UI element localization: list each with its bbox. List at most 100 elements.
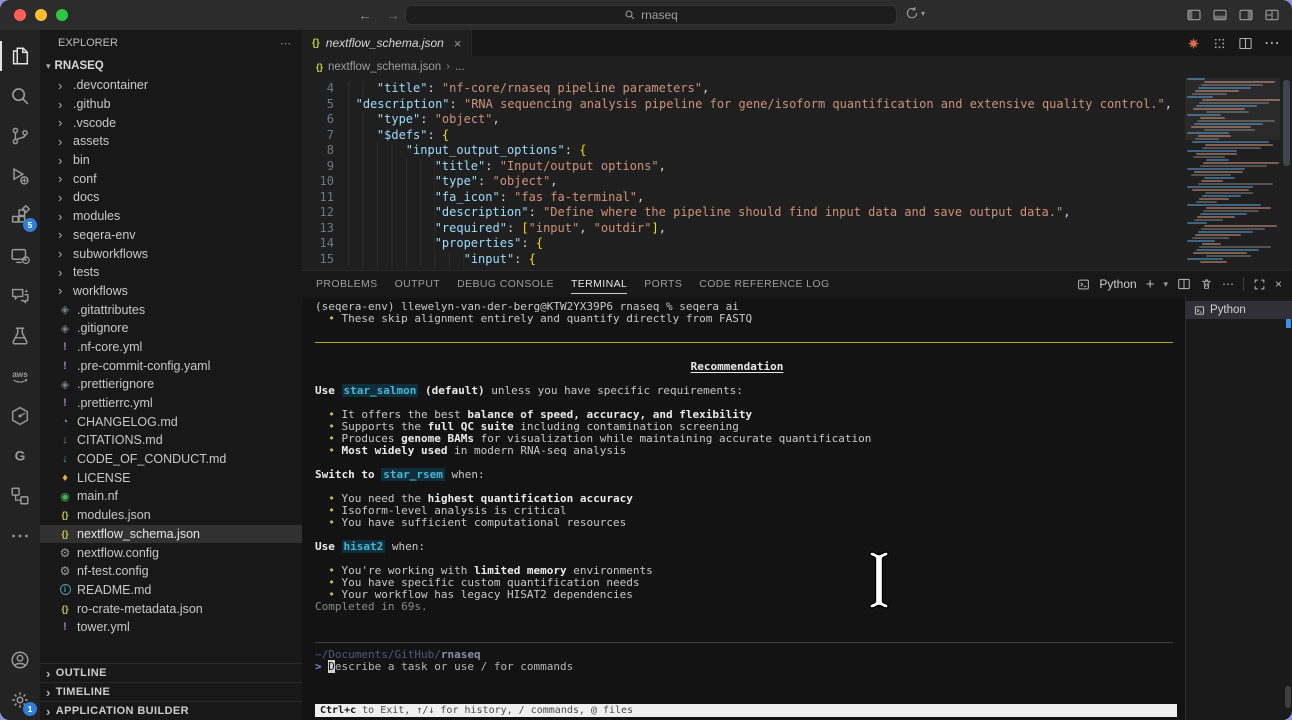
- activity-bar-item-source-control[interactable]: [0, 116, 40, 156]
- breadcrumb[interactable]: {} nextflow_schema.json › ...: [302, 56, 1292, 78]
- terminal-scroll-marker: [1286, 319, 1291, 328]
- close-tab-icon[interactable]: ×: [454, 36, 462, 51]
- tree-item[interactable]: ◈.prettierignore: [40, 375, 302, 394]
- back-arrow-icon[interactable]: ←: [358, 7, 372, 23]
- titlebar: ← → rnaseq ▾: [0, 0, 1292, 30]
- panel-tab-debug-console[interactable]: DEBUG CONSOLE: [457, 271, 554, 297]
- terminal-list-item-python[interactable]: Python: [1186, 301, 1292, 319]
- tab-nextflow-schema-json[interactable]: {} nextflow_schema.json ×: [302, 30, 472, 56]
- activity-bar-item-testing[interactable]: [0, 316, 40, 356]
- tree-item[interactable]: !tower.yml: [40, 618, 302, 637]
- terminal-dropdown-icon[interactable]: ▾: [1163, 279, 1168, 290]
- sidebar-section-outline[interactable]: ›OUTLINE: [40, 663, 302, 682]
- tree-item[interactable]: ⚙nf-test.config: [40, 562, 302, 581]
- tree-item[interactable]: ›workflows: [40, 282, 302, 301]
- split-terminal-icon[interactable]: [1177, 277, 1191, 291]
- toggle-secondary-sidebar-icon[interactable]: [1238, 7, 1254, 23]
- forward-arrow-icon[interactable]: →: [386, 7, 400, 23]
- tree-item[interactable]: ›.devcontainer: [40, 76, 302, 95]
- tree-item[interactable]: ›.vscode: [40, 113, 302, 132]
- tree-root-rnaseq[interactable]: ▾ RNASEQ: [40, 56, 302, 76]
- panel-tab-code-reference-log[interactable]: CODE REFERENCE LOG: [699, 271, 829, 297]
- tree-item[interactable]: ♦LICENSE: [40, 468, 302, 487]
- activity-bar-item-extensions[interactable]: 5: [0, 196, 40, 236]
- code-editor[interactable]: 4 "title": "nf-core/rnaseq pipeline para…: [302, 78, 1292, 270]
- tree-item[interactable]: ⚙nextflow.config: [40, 543, 302, 562]
- line-number: 4: [302, 81, 348, 97]
- activity-bar-item-search[interactable]: [0, 76, 40, 116]
- close-panel-icon[interactable]: ×: [1275, 277, 1282, 291]
- panel-tab-terminal[interactable]: TERMINAL: [571, 271, 627, 297]
- tree-item[interactable]: ›modules: [40, 207, 302, 226]
- tree-item-label: .github: [73, 97, 111, 111]
- panel-tab-output[interactable]: OUTPUT: [395, 271, 441, 297]
- sidebar-section-timeline[interactable]: ›TIMELINE: [40, 682, 302, 701]
- tree-item[interactable]: {}nextflow_schema.json: [40, 525, 302, 544]
- toggle-panel-icon[interactable]: [1212, 7, 1228, 23]
- zoom-window-button[interactable]: [56, 9, 68, 21]
- minimap[interactable]: [1185, 78, 1280, 270]
- activity-bar-item-chat[interactable]: [0, 276, 40, 316]
- editor-scrollbar[interactable]: [1280, 78, 1292, 270]
- panel-tab-problems[interactable]: PROBLEMS: [316, 271, 378, 297]
- tree-item[interactable]: ◔CHANGELOG.md: [40, 412, 302, 431]
- activity-bar-item-run-debug[interactable]: [0, 156, 40, 196]
- panel-more-actions-icon[interactable]: ⋯: [1222, 277, 1234, 291]
- activity-bar-item-gitlens[interactable]: G: [0, 436, 40, 476]
- terminal-scrollbar-thumb[interactable]: [1285, 686, 1291, 708]
- customize-layout-icon[interactable]: [1264, 7, 1280, 23]
- file-icon: ◉: [58, 490, 72, 503]
- tree-item[interactable]: {}modules.json: [40, 506, 302, 525]
- sidebar-more-actions-icon[interactable]: ⋯: [280, 37, 292, 50]
- tree-item[interactable]: ›subworkflows: [40, 244, 302, 263]
- minimize-window-button[interactable]: [35, 9, 47, 21]
- activity-bar-item-settings[interactable]: 1: [0, 680, 40, 720]
- kill-terminal-trash-icon[interactable]: [1200, 277, 1213, 291]
- code-line: 15 "input": {: [302, 252, 1172, 268]
- activity-bar-item-project-manager[interactable]: [0, 476, 40, 516]
- tree-item[interactable]: ›seqera-env: [40, 226, 302, 245]
- sidebar-section-application-builder[interactable]: ›APPLICATION BUILDER: [40, 701, 302, 720]
- tree-item[interactable]: ↓CITATIONS.md: [40, 431, 302, 450]
- tree-item[interactable]: ›tests: [40, 263, 302, 282]
- activity-bar-item-accounts[interactable]: [0, 640, 40, 680]
- editor-more-actions-icon[interactable]: ⋯: [1264, 33, 1280, 53]
- terminal-output[interactable]: (seqera-env) llewelyn-van-der-berg@KTW2Y…: [302, 297, 1185, 720]
- editor-scrollbar-thumb[interactable]: [1283, 80, 1290, 166]
- chevron-right-icon: ›: [46, 704, 51, 719]
- minimap-slider[interactable]: [1185, 78, 1280, 140]
- activity-bar-item-remote-explorer[interactable]: [0, 236, 40, 276]
- active-terminal-label[interactable]: Python: [1099, 277, 1136, 291]
- close-window-button[interactable]: [14, 9, 26, 21]
- activity-bar-item-aws-toolkit[interactable]: aws: [0, 356, 40, 396]
- new-terminal-button[interactable]: +: [1146, 276, 1155, 293]
- tree-item[interactable]: ◉main.nf: [40, 487, 302, 506]
- activity-bar-item-dependencies[interactable]: [0, 396, 40, 436]
- tree-item[interactable]: ◈.gitattributes: [40, 300, 302, 319]
- tree-item[interactable]: {}ro-crate-metadata.json: [40, 599, 302, 618]
- tree-item[interactable]: iREADME.md: [40, 581, 302, 600]
- tree-item[interactable]: !.nf-core.yml: [40, 338, 302, 357]
- tree-item[interactable]: !.prettierrc.yml: [40, 394, 302, 413]
- tree-item[interactable]: ›conf: [40, 169, 302, 188]
- tree-item[interactable]: ◈.gitignore: [40, 319, 302, 338]
- tree-item[interactable]: !.pre-commit-config.yaml: [40, 356, 302, 375]
- source-control-icon: [9, 125, 31, 147]
- panel-tab-bar: PROBLEMS OUTPUT DEBUG CONSOLE TERMINAL PORTS…: [302, 271, 1292, 297]
- nf-core-run-icon[interactable]: [1186, 36, 1201, 51]
- settings-grid-icon[interactable]: [1212, 36, 1227, 51]
- session-sync-control[interactable]: ▾: [905, 6, 925, 20]
- split-editor-icon[interactable]: [1238, 36, 1253, 51]
- command-center-search[interactable]: rnaseq: [405, 5, 897, 25]
- maximize-panel-icon[interactable]: [1253, 278, 1266, 291]
- tree-item[interactable]: ›.github: [40, 95, 302, 114]
- toggle-sidebar-icon[interactable]: [1186, 7, 1202, 23]
- tree-item[interactable]: ↓CODE_OF_CONDUCT.md: [40, 450, 302, 469]
- tree-item[interactable]: ›bin: [40, 151, 302, 170]
- tree-item[interactable]: ›docs: [40, 188, 302, 207]
- tree-item[interactable]: ›assets: [40, 132, 302, 151]
- activity-bar-item-explorer[interactable]: [0, 36, 40, 76]
- file-icon: {}: [58, 604, 72, 614]
- activity-bar-item-additional-views[interactable]: [0, 516, 40, 556]
- panel-tab-ports[interactable]: PORTS: [644, 271, 682, 297]
